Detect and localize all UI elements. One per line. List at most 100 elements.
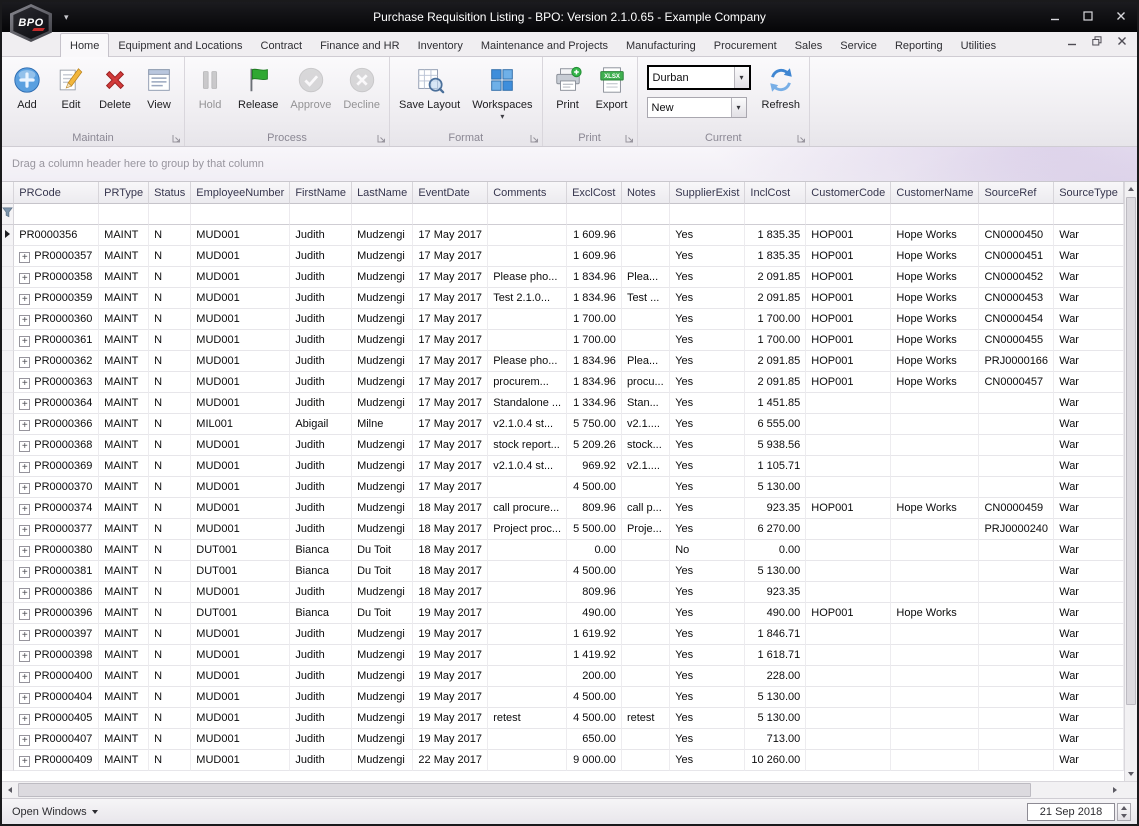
cell-employeenumber[interactable]: MUD001 xyxy=(191,246,290,267)
table-row[interactable]: +PR0000363MAINTNMUD001JudithMudzengi17 M… xyxy=(2,372,1124,393)
table-row[interactable]: +PR0000362MAINTNMUD001JudithMudzengi17 M… xyxy=(2,351,1124,372)
v-scroll-down-button[interactable] xyxy=(1125,767,1137,781)
cell-exclcost[interactable]: 4 500.00 xyxy=(567,477,622,498)
v-scroll-thumb[interactable] xyxy=(1126,197,1136,705)
expand-row-icon[interactable]: + xyxy=(19,378,30,389)
cell-customername[interactable]: Hope Works xyxy=(891,498,979,519)
cell-firstname[interactable]: Judith xyxy=(290,582,352,603)
cell-firstname[interactable]: Judith xyxy=(290,666,352,687)
cell-sourceref[interactable]: PRJ0000166 xyxy=(979,351,1054,372)
cell-exclcost[interactable]: 809.96 xyxy=(567,582,622,603)
cell-exclcost[interactable]: 1 334.96 xyxy=(567,393,622,414)
cell-customercode[interactable]: HOP001 xyxy=(806,309,891,330)
cell-prcode[interactable]: +PR0000368 xyxy=(14,435,99,456)
cell-comments[interactable]: v2.1.0.4 st... xyxy=(488,456,567,477)
dialog-launcher-icon[interactable] xyxy=(797,134,806,143)
date-editor[interactable]: 21 Sep 2018 xyxy=(1027,803,1115,821)
filter-cell-firstname[interactable] xyxy=(290,204,352,225)
cell-notes[interactable] xyxy=(622,225,670,246)
cell-sourceref[interactable] xyxy=(979,708,1054,729)
cell-firstname[interactable]: Judith xyxy=(290,729,352,750)
cell-employeenumber[interactable]: MUD001 xyxy=(191,519,290,540)
cell-customercode[interactable] xyxy=(806,750,891,771)
cell-supplierexist[interactable]: Yes xyxy=(670,309,745,330)
cell-status[interactable]: N xyxy=(149,309,191,330)
cell-customername[interactable]: Hope Works xyxy=(891,288,979,309)
cell-exclcost[interactable]: 969.92 xyxy=(567,456,622,477)
column-header-customercode[interactable]: CustomerCode xyxy=(806,182,891,204)
cell-employeenumber[interactable]: MUD001 xyxy=(191,498,290,519)
cell-lastname[interactable]: Mudzengi xyxy=(352,435,413,456)
cell-sourceref[interactable] xyxy=(979,729,1054,750)
column-header-supplierexist[interactable]: SupplierExist xyxy=(670,182,745,204)
cell-firstname[interactable]: Judith xyxy=(290,624,352,645)
child-restore-button[interactable] xyxy=(1092,33,1102,51)
cell-prtype[interactable]: MAINT xyxy=(99,288,149,309)
cell-supplierexist[interactable]: Yes xyxy=(670,435,745,456)
expand-row-icon[interactable]: + xyxy=(19,357,30,368)
cell-sourceref[interactable] xyxy=(979,393,1054,414)
cell-comments[interactable]: Test 2.1.0... xyxy=(488,288,567,309)
cell-firstname[interactable]: Judith xyxy=(290,309,352,330)
cell-status[interactable]: N xyxy=(149,246,191,267)
cell-inclcost[interactable]: 923.35 xyxy=(745,498,806,519)
cell-prcode[interactable]: +PR0000362 xyxy=(14,351,99,372)
expand-row-icon[interactable]: + xyxy=(19,651,30,662)
tab-reporting[interactable]: Reporting xyxy=(886,36,952,56)
filter-cell-prtype[interactable] xyxy=(99,204,149,225)
cell-supplierexist[interactable]: Yes xyxy=(670,330,745,351)
cell-sourceref[interactable] xyxy=(979,435,1054,456)
cell-lastname[interactable]: Mudzengi xyxy=(352,477,413,498)
tab-procurement[interactable]: Procurement xyxy=(705,36,786,56)
cell-firstname[interactable]: Judith xyxy=(290,225,352,246)
cell-comments[interactable]: Project proc... xyxy=(488,519,567,540)
cell-eventdate[interactable]: 18 May 2017 xyxy=(413,540,488,561)
cell-notes[interactable]: call p... xyxy=(622,498,670,519)
expand-row-icon[interactable]: + xyxy=(19,567,30,578)
cell-comments[interactable] xyxy=(488,666,567,687)
cell-sourcetype[interactable]: War xyxy=(1054,330,1124,351)
cell-inclcost[interactable]: 0.00 xyxy=(745,540,806,561)
cell-lastname[interactable]: Mudzengi xyxy=(352,246,413,267)
cell-notes[interactable]: Plea... xyxy=(622,351,670,372)
cell-status[interactable]: N xyxy=(149,393,191,414)
cell-customercode[interactable] xyxy=(806,414,891,435)
table-row[interactable]: +PR0000368MAINTNMUD001JudithMudzengi17 M… xyxy=(2,435,1124,456)
cell-comments[interactable] xyxy=(488,540,567,561)
table-row[interactable]: +PR0000404MAINTNMUD001JudithMudzengi19 M… xyxy=(2,687,1124,708)
cell-sourceref[interactable]: CN0000455 xyxy=(979,330,1054,351)
cell-inclcost[interactable]: 228.00 xyxy=(745,666,806,687)
cell-employeenumber[interactable]: MIL001 xyxy=(191,414,290,435)
column-header-customername[interactable]: CustomerName xyxy=(891,182,979,204)
cell-exclcost[interactable]: 1 609.96 xyxy=(567,225,622,246)
cell-eventdate[interactable]: 17 May 2017 xyxy=(413,309,488,330)
h-scroll-thumb[interactable] xyxy=(18,783,1031,797)
expand-row-icon[interactable]: + xyxy=(19,252,30,263)
cell-supplierexist[interactable]: Yes xyxy=(670,393,745,414)
cell-customercode[interactable]: HOP001 xyxy=(806,372,891,393)
expand-row-icon[interactable]: + xyxy=(19,588,30,599)
cell-inclcost[interactable]: 6 555.00 xyxy=(745,414,806,435)
cell-sourcetype[interactable]: War xyxy=(1054,351,1124,372)
cell-sourceref[interactable] xyxy=(979,456,1054,477)
cell-inclcost[interactable]: 2 091.85 xyxy=(745,351,806,372)
cell-comments[interactable]: call procure... xyxy=(488,498,567,519)
tab-contract[interactable]: Contract xyxy=(252,36,312,56)
cell-supplierexist[interactable]: Yes xyxy=(670,372,745,393)
cell-notes[interactable] xyxy=(622,624,670,645)
cell-lastname[interactable]: Mudzengi xyxy=(352,456,413,477)
application-menu-button[interactable]: BPO xyxy=(10,4,52,42)
cell-lastname[interactable]: Mudzengi xyxy=(352,372,413,393)
cell-prcode[interactable]: +PR0000380 xyxy=(14,540,99,561)
cell-sourceref[interactable]: CN0000453 xyxy=(979,288,1054,309)
filter-cell-eventdate[interactable] xyxy=(413,204,488,225)
cell-customercode[interactable] xyxy=(806,708,891,729)
expand-row-icon[interactable]: + xyxy=(19,735,30,746)
cell-notes[interactable]: Plea... xyxy=(622,267,670,288)
cell-comments[interactable]: retest xyxy=(488,708,567,729)
cell-exclcost[interactable]: 809.96 xyxy=(567,498,622,519)
cell-customercode[interactable]: HOP001 xyxy=(806,351,891,372)
column-header-sourcetype[interactable]: SourceType xyxy=(1054,182,1124,204)
cell-lastname[interactable]: Mudzengi xyxy=(352,351,413,372)
cell-inclcost[interactable]: 2 091.85 xyxy=(745,372,806,393)
